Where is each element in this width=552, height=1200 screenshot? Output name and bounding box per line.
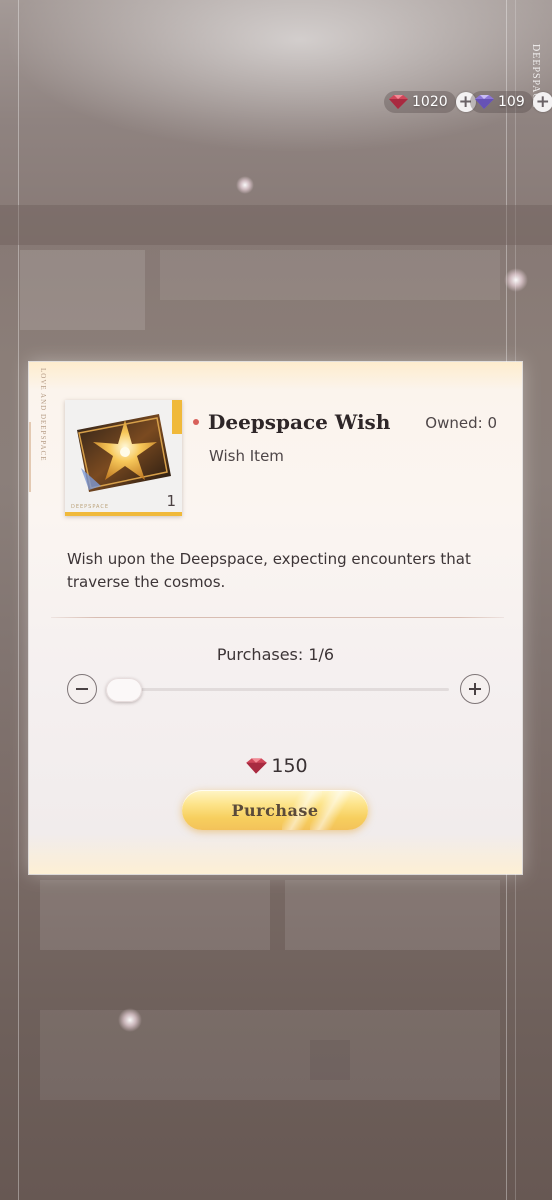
purchase-dialog: LOVE AND DEEPSPACE DEEPSPACE 1 Deepspace… — [29, 362, 522, 874]
add-secondary-currency-button[interactable]: + — [532, 92, 552, 112]
screen: DEEPSPACE 1020 + 109 + LOVE AND DEEPSPAC… — [0, 0, 552, 1200]
item-name: Deepspace Wish — [208, 410, 391, 434]
dialog-side-text: LOVE AND DEEPSPACE — [39, 368, 47, 462]
star-ticket-icon — [71, 406, 176, 496]
rarity-strip — [172, 400, 182, 434]
dialog-side-line — [29, 422, 31, 492]
quantity-slider-thumb[interactable] — [106, 678, 142, 702]
dialog-bottom-glow — [29, 834, 522, 874]
sparkle — [236, 176, 254, 194]
purchases-label: Purchases: 1/6 — [216, 645, 335, 664]
card-tag: DEEPSPACE — [71, 504, 110, 510]
bg-band — [0, 205, 552, 245]
increase-button[interactable] — [460, 674, 490, 704]
sparkle — [118, 1008, 142, 1032]
bg-panel — [310, 1040, 350, 1080]
red-gem-icon — [386, 94, 410, 110]
price-amount: 150 — [271, 755, 308, 777]
bullet-dot — [193, 419, 199, 425]
minus-icon — [76, 688, 88, 690]
bg-panel — [40, 880, 270, 950]
currency-pill: 109 — [470, 91, 533, 113]
item-name-row: Deepspace Wish — [193, 410, 390, 434]
item-type: Wish Item — [209, 447, 284, 465]
currency-secondary: 109 + — [470, 90, 552, 114]
bg-panel — [160, 250, 500, 300]
purple-gem-icon — [472, 94, 496, 110]
bg-panel — [285, 880, 500, 950]
bg-panel — [20, 250, 145, 330]
sparkle — [504, 268, 528, 292]
owned-count: Owned: 0 — [425, 414, 497, 432]
currency-secondary-value: 109 — [498, 94, 525, 110]
bg-panel — [40, 1010, 500, 1100]
red-gem-icon — [243, 757, 269, 775]
decrease-button[interactable] — [67, 674, 97, 704]
purchase-button-label: Purchase — [231, 800, 319, 820]
quantity-slider-track[interactable] — [107, 688, 449, 691]
currency-primary: 1020 + — [384, 90, 476, 114]
plus-icon — [469, 683, 481, 695]
item-description: Wish upon the Deepspace, expecting encou… — [67, 550, 471, 591]
currency-primary-value: 1020 — [412, 94, 448, 110]
rarity-bar — [65, 512, 182, 516]
currency-pill: 1020 — [384, 91, 456, 113]
price-row: 150 — [29, 755, 522, 777]
divider — [51, 617, 504, 618]
item-quantity: 1 — [166, 492, 176, 510]
bg-frame-line — [18, 0, 19, 1200]
purchase-button[interactable]: Purchase — [182, 790, 368, 830]
item-card: DEEPSPACE 1 — [65, 400, 182, 516]
dialog-top-glow — [29, 362, 522, 390]
